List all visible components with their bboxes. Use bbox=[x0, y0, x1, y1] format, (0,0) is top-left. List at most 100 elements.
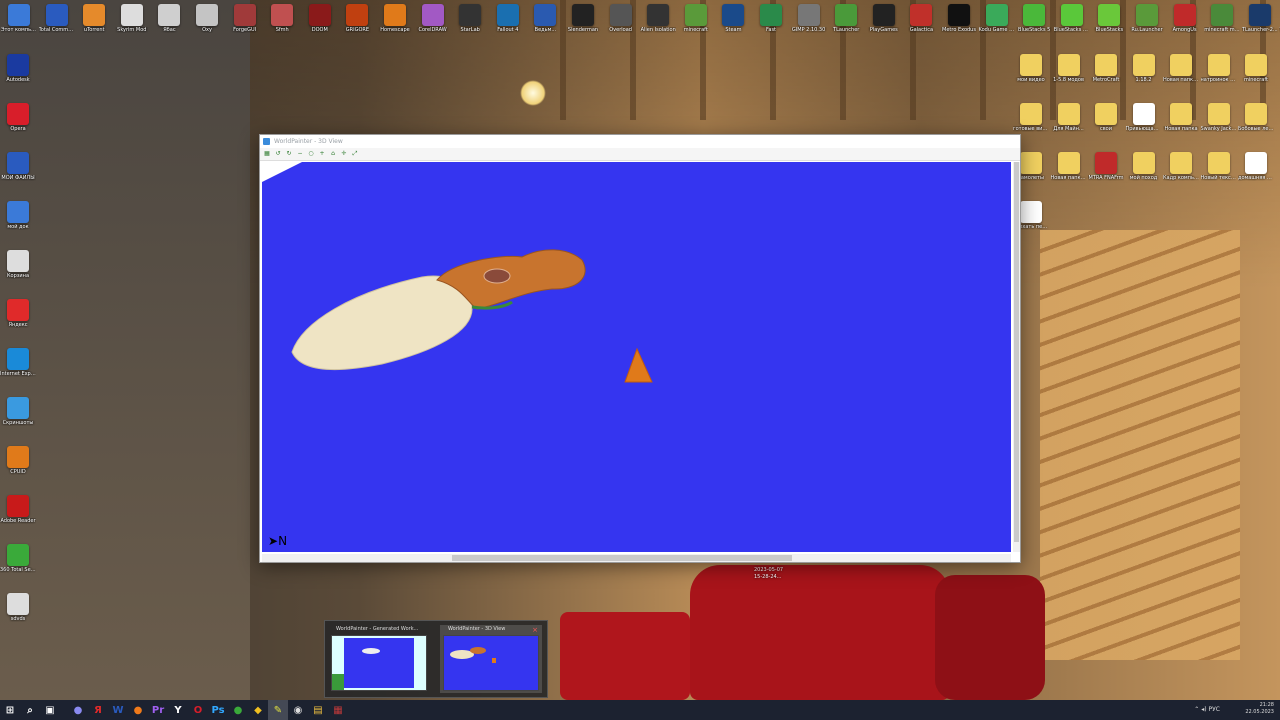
desktop-icon[interactable]: minecraft bbox=[678, 4, 714, 33]
desktop-icon[interactable]: Skyrim Mod bbox=[114, 4, 150, 33]
desktop-icon[interactable]: Autodesk bbox=[0, 54, 36, 83]
taskbar-winrar-icon[interactable]: ▦ bbox=[328, 700, 348, 720]
desktop-icon[interactable]: Этот компьютер bbox=[1, 4, 37, 33]
desktop-icon[interactable]: 1.18.2 bbox=[1126, 54, 1162, 83]
desktop-icon[interactable]: МОИ ФАЙЛЫ bbox=[0, 152, 36, 181]
fit-view-icon[interactable]: ⤢ bbox=[351, 150, 359, 158]
taskbar-obs-icon[interactable]: ◉ bbox=[288, 700, 308, 720]
vertical-scrollbar[interactable] bbox=[1013, 162, 1020, 552]
desktop-icon[interactable]: Sfmh bbox=[264, 4, 300, 33]
desktop-icon[interactable]: Ябас bbox=[151, 4, 187, 33]
desktop-icon[interactable]: GIMP 2.10.30 bbox=[791, 4, 827, 33]
thumbnail-3d-view[interactable]: WorldPainter - 3D View × bbox=[440, 625, 542, 693]
desktop-icon[interactable]: готовые видео bbox=[1013, 103, 1049, 132]
desktop-icon[interactable]: натроинок 1.12.2 bbox=[1201, 54, 1237, 83]
desktop-icon[interactable]: TLauncher bbox=[828, 4, 864, 33]
desktop-icon[interactable]: AmongUs bbox=[1167, 4, 1203, 33]
desktop-icon[interactable]: Metro Exodus bbox=[941, 4, 977, 33]
vertical-scroll-thumb[interactable] bbox=[1014, 162, 1019, 542]
desktop-icon[interactable]: мой док bbox=[0, 201, 36, 230]
desktop-icon[interactable]: Скриншоты bbox=[0, 397, 36, 426]
desktop-icon[interactable]: Homescape bbox=[377, 4, 413, 33]
volume-icon[interactable]: ◂) bbox=[1201, 706, 1206, 713]
desktop-icon[interactable]: sdvds bbox=[0, 593, 36, 622]
desktop-icon[interactable]: uTorrent bbox=[76, 4, 112, 33]
desktop-icon[interactable]: Fallout 4 bbox=[490, 4, 526, 33]
desktop-icon[interactable]: Alien Isolation bbox=[640, 4, 676, 33]
move-to-spawn-icon[interactable]: ⌂ bbox=[329, 150, 337, 158]
clock[interactable]: 21:28 22.05.2023 bbox=[1245, 702, 1274, 716]
taskbar-yandex-browser-icon[interactable]: Y bbox=[168, 700, 188, 720]
desktop-icon[interactable]: Для Майн... bbox=[1051, 103, 1087, 132]
move-to-origin-icon[interactable]: ✛ bbox=[340, 150, 348, 158]
desktop-icon[interactable]: Кадр компьюта bbox=[1163, 152, 1199, 181]
taskbar-word-icon[interactable]: W bbox=[108, 700, 128, 720]
zoom-reset-icon[interactable]: ○ bbox=[307, 150, 315, 158]
3d-viewport[interactable]: ➤N bbox=[262, 162, 1011, 552]
desktop-icon[interactable]: minecraft mods bbox=[1204, 4, 1240, 33]
desktop-icon[interactable]: Kodu Game Lab bbox=[979, 4, 1015, 33]
taskbar-worldpainter-icon[interactable]: ✎ bbox=[268, 700, 288, 720]
taskbar-cortana-icon[interactable]: ● bbox=[68, 700, 88, 720]
desktop-icon[interactable]: Steam bbox=[715, 4, 751, 33]
taskbar-opera-icon[interactable]: O bbox=[188, 700, 208, 720]
desktop-icon[interactable]: Привьющая Microsoft R... bbox=[1126, 103, 1162, 132]
taskbar-firefox-icon[interactable]: ● bbox=[128, 700, 148, 720]
desktop-icon[interactable]: Total Commander bbox=[39, 4, 75, 33]
taskbar-explorer-icon[interactable]: ▤ bbox=[308, 700, 328, 720]
desktop-icon[interactable]: TLauncher-2... bbox=[1242, 4, 1278, 33]
horizontal-scrollbar[interactable] bbox=[262, 554, 1011, 562]
desktop-icon[interactable]: свои bbox=[1088, 103, 1124, 132]
desktop-icon[interactable]: CPUID bbox=[0, 446, 36, 475]
taskbar-chrome-icon[interactable]: ● bbox=[228, 700, 248, 720]
desktop-icon[interactable]: StarLab bbox=[452, 4, 488, 33]
desktop-icon[interactable]: Новый текстовый... bbox=[1201, 152, 1237, 181]
horizontal-scroll-thumb[interactable] bbox=[452, 555, 792, 561]
desktop-icon[interactable]: Корзина bbox=[0, 250, 36, 279]
desktop-icon[interactable]: Новая папка bbox=[1163, 103, 1199, 132]
window-titlebar[interactable]: WorldPainter - 3D View bbox=[260, 135, 1020, 148]
desktop-icon[interactable]: Overload bbox=[603, 4, 639, 33]
desktop-icon[interactable]: Galactica bbox=[903, 4, 939, 33]
desktop-icon[interactable]: GRIGORE bbox=[339, 4, 375, 33]
desktop-icon[interactable]: Ru.Launcher bbox=[1129, 4, 1165, 33]
desktop-icon[interactable]: MetroCraft bbox=[1088, 54, 1124, 83]
zoom-in-icon[interactable]: + bbox=[318, 150, 326, 158]
desktop-icon[interactable]: Бобовые лечен-Knun... bbox=[1238, 103, 1274, 132]
desktop-icon[interactable]: MTRA FNAFrm bbox=[1088, 152, 1124, 181]
desktop-icon[interactable]: мои видео bbox=[1013, 54, 1049, 83]
desktop-icon[interactable]: 360 Total Security bbox=[0, 544, 36, 573]
desktop-icon[interactable]: BlueStacks 5 Multi-Insta... bbox=[1054, 4, 1090, 33]
taskbar-search-icon[interactable]: ⌕ bbox=[20, 700, 40, 720]
desktop-icon[interactable]: Новая папка (4) bbox=[1051, 152, 1087, 181]
desktop-icon[interactable]: Opera bbox=[0, 103, 36, 132]
desktop-icon[interactable]: Новая папка (2) bbox=[1163, 54, 1199, 83]
desktop-icon[interactable]: BlueStacks 5 bbox=[1016, 4, 1052, 33]
desktop-icon[interactable]: Slenderman bbox=[565, 4, 601, 33]
desktop-icon[interactable]: BlueStacks bbox=[1091, 4, 1127, 33]
desktop-icon[interactable]: Яндекс bbox=[0, 299, 36, 328]
desktop-icon[interactable]: Fast bbox=[753, 4, 789, 33]
desktop-icon[interactable]: 1-5.8 модов bbox=[1051, 54, 1087, 83]
desktop-icon[interactable]: Oxy bbox=[189, 4, 225, 33]
language-indicator[interactable]: РУС bbox=[1209, 706, 1220, 713]
desktop-icon[interactable]: DOOM bbox=[302, 4, 338, 33]
taskbar-yandex-icon[interactable]: Я bbox=[88, 700, 108, 720]
taskbar-task-view-icon[interactable]: ▣ bbox=[40, 700, 60, 720]
taskbar-photoshop-icon[interactable]: Ps bbox=[208, 700, 228, 720]
desktop-icon[interactable]: Adobe Reader bbox=[0, 495, 36, 524]
thumbnail-generated-world[interactable]: WorldPainter - Generated Work... bbox=[328, 625, 430, 693]
desktop-icon[interactable]: ForgeGUI bbox=[227, 4, 263, 33]
taskbar-start-icon[interactable]: ⊞ bbox=[0, 700, 20, 720]
export-image-icon[interactable]: ▦ bbox=[263, 150, 271, 158]
system-tray[interactable]: ⌃ ◂) РУС bbox=[1194, 706, 1220, 713]
desktop-icon[interactable]: Internet Explorer bbox=[0, 348, 36, 377]
close-icon[interactable]: × bbox=[532, 626, 538, 634]
desktop-icon[interactable]: PlayGames bbox=[866, 4, 902, 33]
network-icon[interactable]: ⌃ bbox=[1194, 706, 1199, 713]
taskbar-bandicam-icon[interactable]: ◆ bbox=[248, 700, 268, 720]
desktop-icon[interactable]: мой поход bbox=[1126, 152, 1162, 181]
desktop-icon[interactable]: minecraft bbox=[1238, 54, 1274, 83]
desktop-icon[interactable]: Swanky Jacks Disap... bbox=[1201, 103, 1237, 132]
zoom-out-icon[interactable]: − bbox=[296, 150, 304, 158]
